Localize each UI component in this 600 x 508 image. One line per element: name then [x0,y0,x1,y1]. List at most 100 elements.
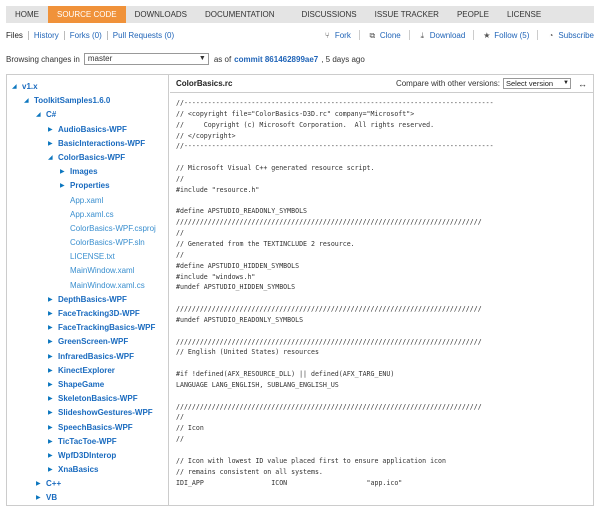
caret-right-icon[interactable]: ▶ [48,293,53,307]
nav-tab[interactable]: HOME [6,6,48,23]
caret-right-icon[interactable]: ▶ [48,350,53,364]
tree-file[interactable]: ColorBasics-WPF.sln [7,236,168,250]
caret-right-icon[interactable]: ▶ [48,307,53,321]
download-button[interactable]: ⤓ Download [418,30,466,40]
caret-right-icon[interactable]: ▶ [48,392,53,406]
tree-folder[interactable]: ▶ FaceTracking3D-WPF [7,307,168,321]
tree-folder[interactable]: ▶ Images [7,165,168,179]
tree-folder[interactable]: ◢ v1.x [7,80,168,94]
compare-label: Compare with other versions: [395,79,500,88]
caret-right-icon[interactable]: ▶ [36,477,41,491]
tree-folder[interactable]: ▶ AudioBasics-WPF [7,123,168,137]
tree-folder[interactable]: ▶ BasicInteractions-WPF [7,137,168,151]
tree-folder[interactable]: ▶ SkeletonBasics-WPF [7,392,168,406]
branch-select[interactable]: master ▼ [83,53,209,65]
tree-file[interactable]: MainWindow.xaml.cs [7,279,168,293]
caret-down-icon[interactable]: ◢ [48,151,53,165]
caret-right-icon[interactable]: ▶ [48,421,53,435]
caret-right-icon[interactable]: ▶ [48,123,53,137]
tree-file[interactable]: LICENSE.txt [7,250,168,264]
subscribe-button[interactable]: ◔ Subscribe [546,31,595,40]
tree-label: C++ [46,479,62,489]
tree-label: v1.x [22,82,38,91]
tree-folder[interactable]: ▶ InfraredBasics-WPF [7,350,168,364]
chevron-down-icon: ▼ [198,55,206,62]
code-line: #if !defined(AFX_RESOURCE_DLL) || define… [176,370,395,379]
branch-value: master [87,54,113,63]
clone-label: Clone [379,30,401,40]
nav-tab[interactable]: DOWNLOADS [126,6,196,23]
nav-tab[interactable]: DISCUSSIONS [293,6,366,23]
tree-folder[interactable]: ▶ FaceTrackingBasics-WPF [7,321,168,335]
caret-right-icon[interactable]: ▶ [48,449,53,463]
caret-right-icon[interactable]: ▶ [48,463,53,477]
caret-right-icon[interactable]: ▶ [48,364,53,378]
tree-folder[interactable]: ▶ ShapeGame [7,378,168,392]
tree-label: MainWindow.xaml [70,266,135,276]
code-line: // [176,174,184,183]
tree-label: ToolkitSamples1.6.0 [34,96,111,106]
tree-folder[interactable]: ▶ SlideshowGestures-WPF [7,406,168,420]
tree-label: ColorBasics-WPF.csproj [70,223,156,233]
caret-right-icon[interactable]: ▶ [36,491,41,505]
tree-file[interactable]: App.xaml.cs [7,208,168,222]
tree-file[interactable]: App.xaml [7,194,168,208]
commit-link[interactable]: commit 861462899ae7 [234,55,318,64]
tree-folder[interactable]: ▶ XnaBasics [7,463,168,477]
expand-icon[interactable]: ↔ [578,79,587,89]
code-line: // </copyright> [176,131,236,140]
tree-file[interactable]: ColorBasics-WPF.csproj [7,222,168,236]
history-link[interactable]: History [27,30,64,40]
files-link[interactable]: Files [6,31,28,40]
nav-tab[interactable]: ISSUE TRACKER [366,6,448,23]
tree-label: MainWindow.xaml.cs [70,280,145,290]
tree-folder[interactable]: ◢ ColorBasics-WPF [7,151,168,165]
caret-right-icon[interactable]: ▶ [60,179,65,193]
tree-folder[interactable]: ▶ VB [7,491,168,505]
caret-down-icon[interactable]: ◢ [24,94,29,108]
tree-folder[interactable]: ▶ GreenScreen-WPF [7,335,168,349]
download-label: Download [429,30,466,40]
forks-link[interactable]: Forks (0) [63,30,107,40]
tree-folder[interactable]: ▶ SpeechBasics-WPF [7,421,168,435]
follow-button[interactable]: ★ Follow (5) [482,31,529,40]
code-line: // English (United States) resources [176,348,319,357]
source-browser: ◢ v1.x ◢ ToolkitSamples1.6.0 ◢ C# ▶ AudioBasics… [6,74,594,506]
caret-right-icon[interactable]: ▶ [48,406,53,420]
nav-tab[interactable]: PEOPLE [448,6,498,23]
tree-file[interactable]: MainWindow.xaml [7,264,168,278]
caret-right-icon[interactable]: ▶ [48,435,53,449]
nav-tab[interactable]: SOURCE CODE [48,6,126,23]
fork-label: Fork [334,30,351,40]
tree-folder[interactable]: ▶ C++ [7,477,168,491]
nav-tab[interactable]: DOCUMENTATION [196,6,283,23]
tree-folder[interactable]: ▶ WpfD3DInterop [7,449,168,463]
caret-right-icon[interactable]: ▶ [60,165,65,179]
tree-folder[interactable]: ▶ KinectExplorer [7,364,168,378]
tree-folder[interactable]: ▶ Properties [7,179,168,193]
tree-folder[interactable]: ◢ C# [7,108,168,122]
caret-right-icon[interactable]: ▶ [48,137,53,151]
tree-folder[interactable]: ◢ ToolkitSamples1.6.0 [7,94,168,108]
star-icon: ★ [483,30,491,40]
caret-right-icon[interactable]: ▶ [48,335,53,349]
clone-button[interactable]: ⧉ Clone [368,30,401,40]
code-line: // Microsoft Visual C++ generated resour… [176,164,375,173]
caret-right-icon[interactable]: ▶ [48,378,53,392]
code-line: // remains consistent on all systems. [176,467,323,476]
nav-tab[interactable]: LICENSE [498,6,550,23]
fork-button[interactable]: ⑂ Fork [323,31,351,40]
caret-right-icon[interactable]: ▶ [48,321,53,335]
version-select[interactable]: Select version ▼ [503,78,571,89]
code-line: // Icon with lowest ID value placed firs… [176,456,446,465]
pull-requests-link[interactable]: Pull Requests (0) [106,30,179,40]
caret-down-icon[interactable]: ◢ [12,80,17,94]
code-line: // [176,413,184,422]
tree-folder[interactable]: ▶ DepthBasics-WPF [7,293,168,307]
browse-label: Browsing changes in [6,54,80,64]
tree-label: ShapeGame [58,379,105,389]
tree-folder[interactable]: ▶ TicTacToe-WPF [7,435,168,449]
caret-down-icon[interactable]: ◢ [36,108,41,122]
